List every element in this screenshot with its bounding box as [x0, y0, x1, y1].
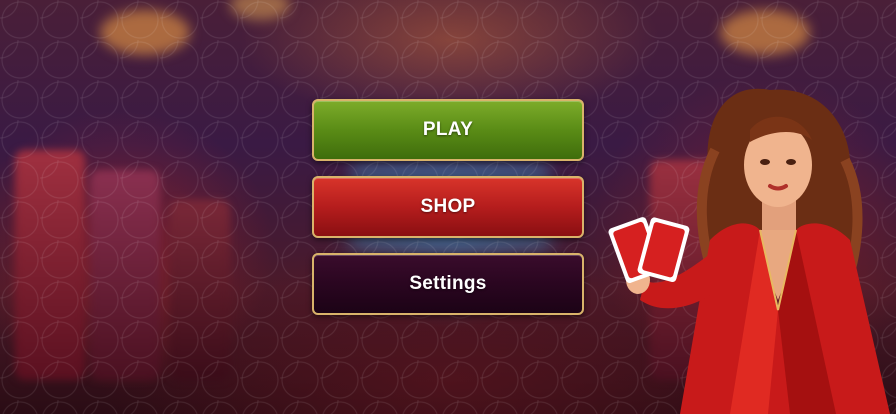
play-button-label: PLAY	[422, 119, 474, 140]
dealer-character-illustration	[608, 88, 890, 414]
play-button[interactable]: PLAY	[312, 99, 584, 161]
settings-button-label: Settings	[409, 273, 487, 294]
shop-button[interactable]: SHOP	[312, 176, 584, 238]
settings-button[interactable]: Settings	[312, 253, 584, 315]
shop-button-label: SHOP	[420, 196, 476, 217]
